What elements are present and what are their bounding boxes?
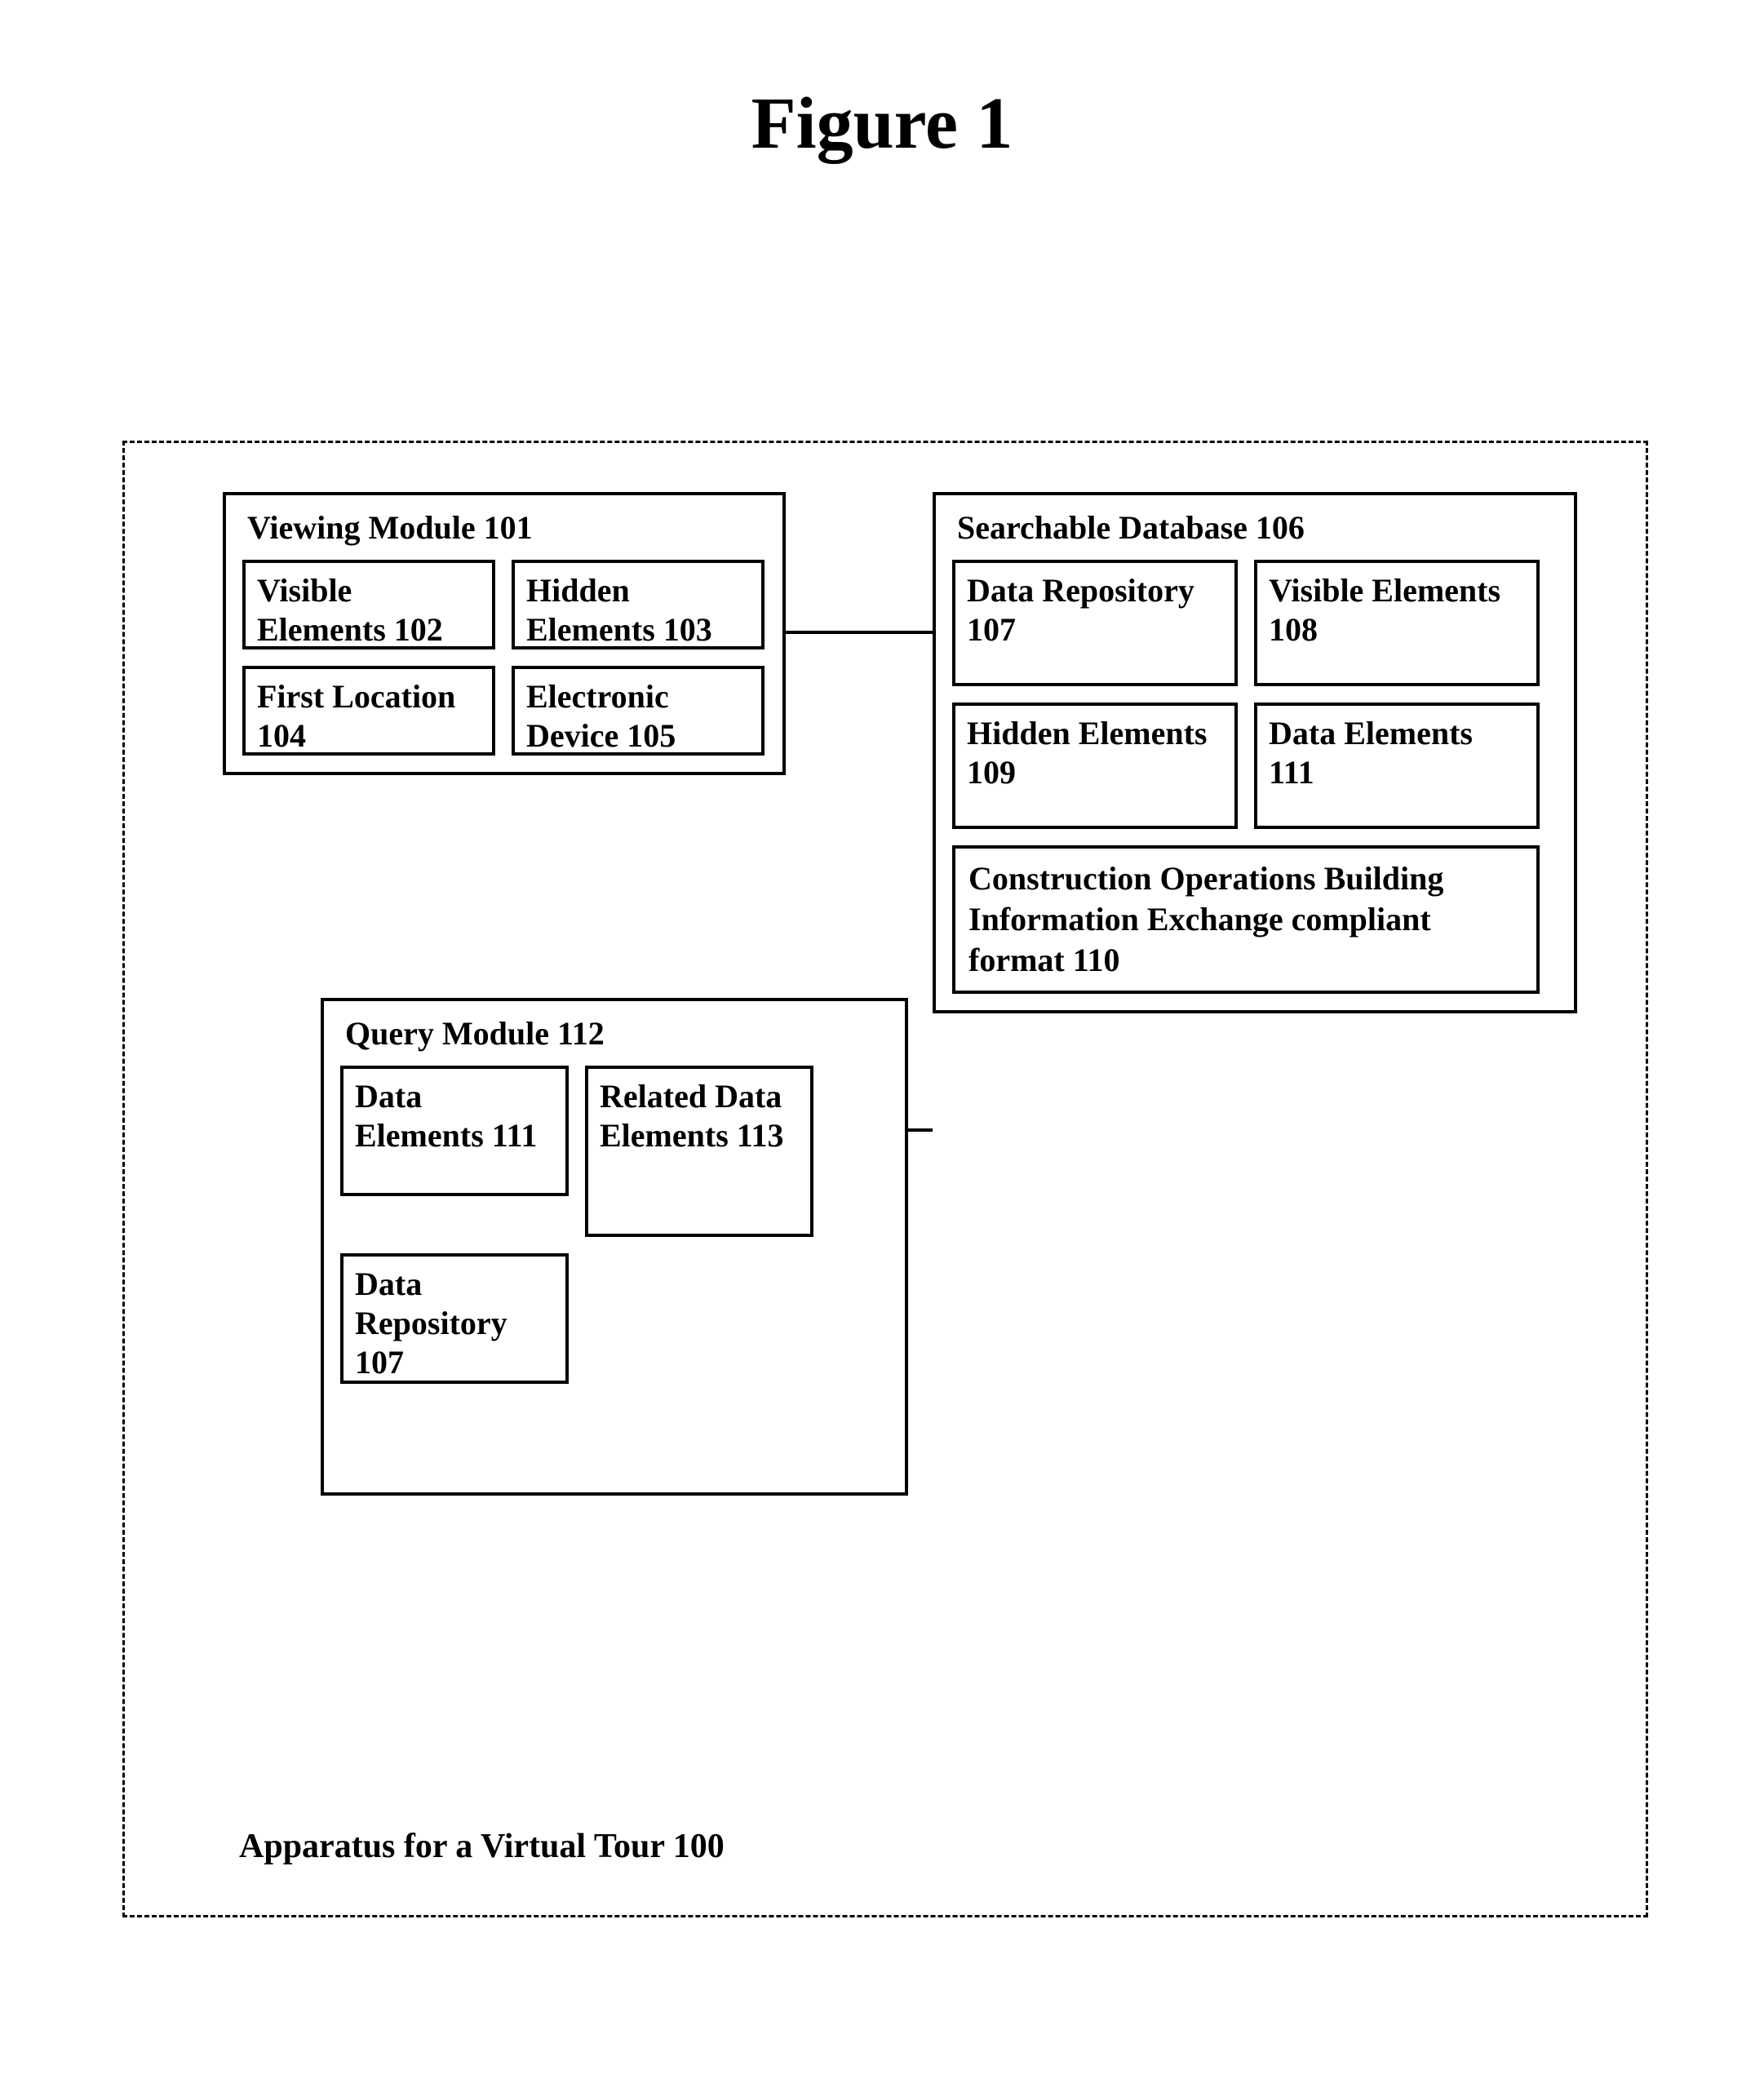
viewing-module: Viewing Module 101 Visible Elements 102 … <box>223 492 786 775</box>
box-first-location-104: First Location 104 <box>242 666 495 756</box>
box-cobie-format-110: Construction Operations Building Informa… <box>952 845 1540 994</box>
box-visible-elements-108: Visible Elements 108 <box>1254 560 1540 686</box>
apparatus-container: Viewing Module 101 Visible Elements 102 … <box>122 441 1648 1917</box>
searchable-database-title: Searchable Database 106 <box>952 508 1558 547</box>
figure-title: Figure 1 <box>0 82 1764 166</box>
box-data-elements-111: Data Elements 111 <box>1254 703 1540 829</box>
box-data-repository-107-q: Data Repository 107 <box>340 1253 569 1384</box>
searchable-database: Searchable Database 106 Data Repository … <box>933 492 1577 1013</box>
box-related-data-elements-113: Related Data Elements 113 <box>585 1066 813 1237</box>
box-electronic-device-105: Electronic Device 105 <box>512 666 765 756</box>
query-module-title: Query Module 112 <box>340 1014 889 1053</box>
query-module: Query Module 112 Data Elements 111 Relat… <box>321 998 908 1496</box>
box-visible-elements-102: Visible Elements 102 <box>242 560 495 649</box>
box-data-elements-111-q: Data Elements 111 <box>340 1066 569 1196</box>
viewing-module-title: Viewing Module 101 <box>242 508 766 547</box>
connector-viewing-to-database <box>786 631 933 634</box>
connector-query-to-database <box>908 1128 933 1132</box>
box-data-repository-107: Data Repository 107 <box>952 560 1238 686</box>
box-hidden-elements-109: Hidden Elements 109 <box>952 703 1238 829</box>
box-hidden-elements-103: Hidden Elements 103 <box>512 560 765 649</box>
apparatus-label: Apparatus for a Virtual Tour 100 <box>239 1827 725 1866</box>
